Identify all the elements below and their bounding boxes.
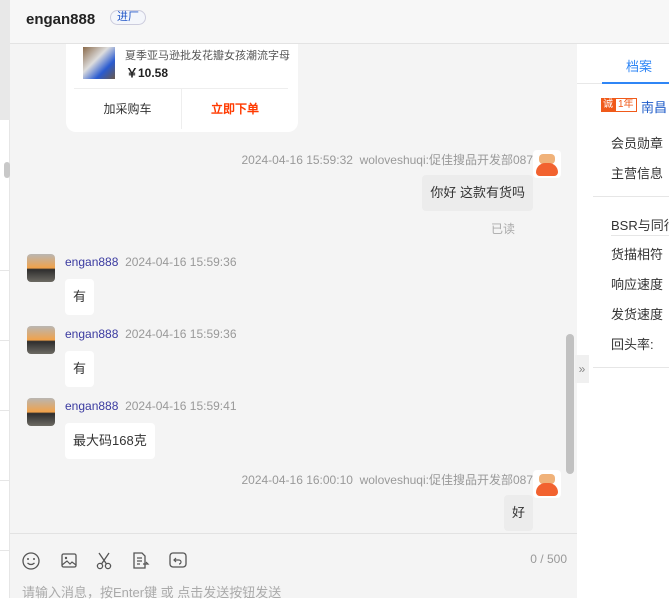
chat-scrollbar[interactable] [566, 334, 574, 474]
location[interactable]: 南昌 [641, 97, 667, 116]
repeat-rate: 回头率: [611, 337, 654, 352]
message-bubble: 有 [65, 279, 95, 315]
message-meta: 2024-04-16 16:00:10 woloveshuqi:促佳搜品开发部0… [241, 473, 533, 487]
read-status: 已读 [490, 222, 515, 236]
message-bubble: 你好 这款有货吗 [422, 175, 533, 211]
tab-profile[interactable]: 档案 [577, 44, 669, 84]
product-price: ￥10.58 [126, 66, 169, 80]
description-match: 货描相符 [611, 247, 664, 262]
my-avatar [533, 470, 561, 498]
buy-now-button[interactable]: 立即下单 [182, 90, 288, 128]
message-list: 夏季亚马逊批发花瓣女孩潮流字母 ￥10.58 加采购车 立即下单 2024-04… [10, 44, 577, 533]
scissors-icon[interactable] [93, 550, 115, 572]
conversation-list-edge [0, 0, 10, 598]
contact-name: engan888 [26, 11, 96, 28]
shipping-speed: 发货速度 [611, 307, 664, 322]
composer: 0 / 500 请输入消息，按Enter键 或 点击发送按钮发送 [10, 533, 577, 601]
member-medals: 会员勋章 [611, 136, 664, 151]
image-icon[interactable] [58, 550, 80, 572]
chat-header [10, 0, 669, 44]
char-count: 0 / 500 [530, 552, 567, 566]
contact-avatar[interactable] [27, 398, 55, 426]
message-meta: engan888 2024-04-16 15:59:41 [65, 399, 237, 413]
message-meta: 2024-04-16 15:59:32 woloveshuqi:促佳搜品开发部0… [241, 153, 533, 167]
file-icon[interactable] [129, 550, 151, 572]
credit-badge: 诚 1年 [601, 98, 637, 112]
message-bubble: 最大码168克 [65, 423, 155, 459]
history-icon[interactable] [167, 550, 189, 572]
my-avatar [533, 150, 561, 178]
message-bubble: 有 [65, 351, 95, 387]
message-meta: engan888 2024-04-16 15:59:36 [65, 255, 237, 269]
response-speed: 响应速度 [611, 277, 664, 292]
product-card[interactable]: 夏季亚马逊批发花瓣女孩潮流字母 ￥10.58 加采购车 立即下单 [66, 44, 298, 132]
product-thumbnail[interactable] [83, 47, 115, 79]
collapse-panel-icon[interactable]: » [575, 355, 589, 383]
bsr-peer: BSR与同行 [611, 218, 669, 233]
product-title[interactable]: 夏季亚马逊批发花瓣女孩潮流字母 [125, 47, 290, 63]
factory-badge[interactable]: 进厂 [110, 10, 146, 25]
message-meta: engan888 2024-04-16 15:59:36 [65, 327, 237, 341]
contact-avatar[interactable] [27, 326, 55, 354]
business-info: 主营信息 [611, 166, 664, 181]
smile-icon[interactable] [20, 550, 42, 572]
add-to-cart-button[interactable]: 加采购车 [74, 90, 181, 128]
profile-panel: 档案 诚1年 南昌 会员勋章 主营信息 BSR与同行 货描相符 响应速度 发货速… [577, 44, 669, 598]
message-input[interactable]: 请输入消息，按Enter键 或 点击发送按钮发送 [22, 582, 281, 601]
contact-avatar[interactable] [27, 254, 55, 282]
message-bubble: 好 [503, 495, 533, 531]
